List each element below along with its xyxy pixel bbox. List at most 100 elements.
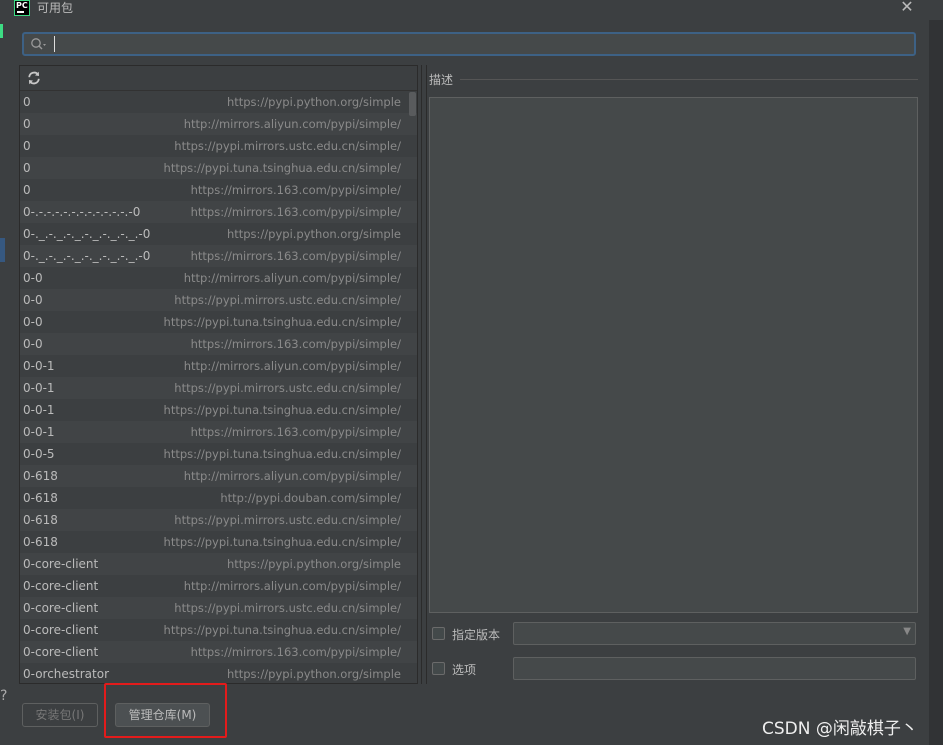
help-icon[interactable]: ?: [0, 688, 7, 704]
package-repository: https://mirrors.163.com/pypi/simple/: [190, 205, 401, 219]
package-name: 0-core-client: [23, 601, 99, 615]
close-icon[interactable]: ✕: [896, 0, 918, 16]
package-name: 0: [23, 117, 31, 131]
pycharm-logo-icon: PC: [14, 0, 30, 16]
refresh-icon[interactable]: [26, 70, 42, 86]
package-row[interactable]: 0-._.-._.-._.-._.-._.-._.-0 https://mirro…: [20, 245, 417, 267]
package-repository: http://mirrors.aliyun.com/pypi/simple/: [183, 469, 401, 483]
package-name: 0-618: [23, 491, 58, 505]
search-input[interactable]: [52, 35, 912, 53]
panel-splitter[interactable]: [421, 65, 427, 684]
package-name: 0-core-client: [23, 623, 99, 637]
package-name: 0-core-client: [23, 645, 99, 659]
package-repository: https://pypi.tuna.tsinghua.edu.cn/simple…: [163, 623, 401, 637]
package-name: 0-0: [23, 293, 43, 307]
package-row[interactable]: 0-core-client https://pypi.mirrors.ustc.e…: [20, 597, 417, 619]
options-input[interactable]: [513, 657, 916, 680]
package-repository: https://mirrors.163.com/pypi/simple/: [190, 425, 401, 439]
package-name: 0-0: [23, 315, 43, 329]
package-repository: https://pypi.mirrors.ustc.edu.cn/simple/: [174, 139, 401, 153]
package-repository: https://pypi.python.org/simple: [226, 227, 401, 241]
description-label: 描述: [429, 73, 454, 87]
package-name: 0-._.-._.-._.-._.-._.-._.-0: [23, 227, 151, 241]
package-name: 0-0-5: [23, 447, 55, 461]
package-name: 0-0-1: [23, 381, 55, 395]
package-name: 0: [23, 183, 31, 197]
package-repository: https://mirrors.163.com/pypi/simple/: [190, 645, 401, 659]
options-checkbox[interactable]: [432, 662, 445, 675]
package-name: 0-core-client: [23, 579, 99, 593]
package-repository: http://mirrors.aliyun.com/pypi/simple/: [183, 579, 401, 593]
window-title: 可用包: [37, 1, 74, 15]
package-list-panel: 0 https://pypi.python.org/simple 0 http://m…: [19, 65, 418, 684]
app-icon-text: PC: [16, 1, 28, 10]
package-repository: http://mirrors.aliyun.com/pypi/simple/: [183, 117, 401, 131]
version-select[interactable]: ▼: [513, 622, 916, 645]
package-repository: https://mirrors.163.com/pypi/simple/: [190, 183, 401, 197]
package-row[interactable]: 0-core-client https://pypi.tuna.tsinghua.…: [20, 619, 417, 641]
package-list[interactable]: 0 https://pypi.python.org/simple 0 http://m…: [20, 91, 417, 683]
title-bar: PC 可用包 ✕: [0, 0, 943, 20]
install-package-button[interactable]: 安装包(I): [22, 703, 98, 727]
package-row[interactable]: 0-0-1 https://mirrors.163.com/pypi/simple…: [20, 421, 417, 443]
package-row[interactable]: 0-0 http://mirrors.aliyun.com/pypi/simple…: [20, 267, 417, 289]
package-row[interactable]: 0-.-.-.-.-.-.-.-.-.-.-.-.-0 https://mirro…: [20, 201, 417, 223]
package-name: 0-.-.-.-.-.-.-.-.-.-.-.-.-0: [23, 205, 141, 219]
package-row[interactable]: 0-618 https://pypi.mirrors.ustc.edu.cn/si…: [20, 509, 417, 531]
package-name: 0-618: [23, 535, 58, 549]
package-row[interactable]: 0-0-5 https://pypi.tuna.tsinghua.edu.cn/s…: [20, 443, 417, 465]
package-row[interactable]: 0-0-1 https://pypi.mirrors.ustc.edu.cn/si…: [20, 377, 417, 399]
search-field[interactable]: [22, 32, 916, 56]
package-row[interactable]: 0 https://pypi.python.org/simple: [20, 91, 417, 113]
package-name: 0-618: [23, 513, 58, 527]
text-caret: [54, 36, 55, 52]
package-row[interactable]: 0 https://mirrors.163.com/pypi/simple/: [20, 179, 417, 201]
package-repository: http://mirrors.aliyun.com/pypi/simple/: [183, 271, 401, 285]
package-repository: https://pypi.tuna.tsinghua.edu.cn/simple…: [163, 535, 401, 549]
package-row[interactable]: 0 http://mirrors.aliyun.com/pypi/simple/: [20, 113, 417, 135]
package-row[interactable]: 0-orchestrator https://pypi.python.org/si…: [20, 663, 417, 683]
package-row[interactable]: 0-618 http://pypi.douban.com/simple/: [20, 487, 417, 509]
package-row[interactable]: 0-0-1 http://mirrors.aliyun.com/pypi/simp…: [20, 355, 417, 377]
package-row[interactable]: 0-core-client https://pypi.python.org/sim…: [20, 553, 417, 575]
package-row[interactable]: 0-._.-._.-._.-._.-._.-._.-0 https://pypi.…: [20, 223, 417, 245]
package-repository: https://mirrors.163.com/pypi/simple/: [190, 337, 401, 351]
package-row[interactable]: 0-0 https://pypi.mirrors.ustc.edu.cn/simp…: [20, 289, 417, 311]
search-icon[interactable]: [29, 36, 49, 52]
package-row[interactable]: 0 https://pypi.tuna.tsinghua.edu.cn/simpl…: [20, 157, 417, 179]
scrollbar-thumb[interactable]: [409, 92, 416, 116]
watermark: CSDN @闲敲棋子丶: [762, 719, 918, 739]
package-repository: https://pypi.tuna.tsinghua.edu.cn/simple…: [163, 403, 401, 417]
package-name: 0-0: [23, 337, 43, 351]
package-repository: http://pypi.douban.com/simple/: [220, 491, 401, 505]
package-repository: https://pypi.python.org/simple: [226, 667, 401, 681]
package-row[interactable]: 0 https://pypi.mirrors.ustc.edu.cn/simple…: [20, 135, 417, 157]
package-repository: https://pypi.tuna.tsinghua.edu.cn/simple…: [163, 447, 401, 461]
package-repository: https://pypi.python.org/simple: [226, 557, 401, 571]
description-area: [429, 97, 918, 613]
package-repository: https://pypi.tuna.tsinghua.edu.cn/simple…: [163, 315, 401, 329]
package-repository: https://pypi.tuna.tsinghua.edu.cn/simple…: [163, 161, 401, 175]
background-ide-selection: [0, 238, 5, 262]
chevron-down-icon[interactable]: ▼: [903, 626, 911, 637]
package-row[interactable]: 0-618 http://mirrors.aliyun.com/pypi/simp…: [20, 465, 417, 487]
package-row[interactable]: 0-0-1 https://pypi.tuna.tsinghua.edu.cn/s…: [20, 399, 417, 421]
package-row[interactable]: 0-core-client https://mirrors.163.com/pyp…: [20, 641, 417, 663]
package-row[interactable]: 0-0 https://mirrors.163.com/pypi/simple/: [20, 333, 417, 355]
package-repository: https://pypi.mirrors.ustc.edu.cn/simple/: [174, 601, 401, 615]
package-name: 0-orchestrator: [23, 667, 110, 681]
package-repository: https://pypi.mirrors.ustc.edu.cn/simple/: [174, 513, 401, 527]
list-toolbar: [20, 66, 417, 91]
package-name: 0-618: [23, 469, 58, 483]
specify-version-checkbox[interactable]: [432, 627, 445, 640]
background-ide-right-edge: [929, 20, 943, 745]
package-name: 0-core-client: [23, 557, 99, 571]
package-row[interactable]: 0-0 https://pypi.tuna.tsinghua.edu.cn/sim…: [20, 311, 417, 333]
package-row[interactable]: 0-core-client http://mirrors.aliyun.com/p…: [20, 575, 417, 597]
package-name: 0: [23, 95, 31, 109]
package-repository: http://mirrors.aliyun.com/pypi/simple/: [183, 359, 401, 373]
background-ide-marker: [0, 24, 3, 38]
package-repository: https://mirrors.163.com/pypi/simple/: [190, 249, 401, 263]
package-name: 0-0-1: [23, 403, 55, 417]
package-row[interactable]: 0-618 https://pypi.tuna.tsinghua.edu.cn/s…: [20, 531, 417, 553]
